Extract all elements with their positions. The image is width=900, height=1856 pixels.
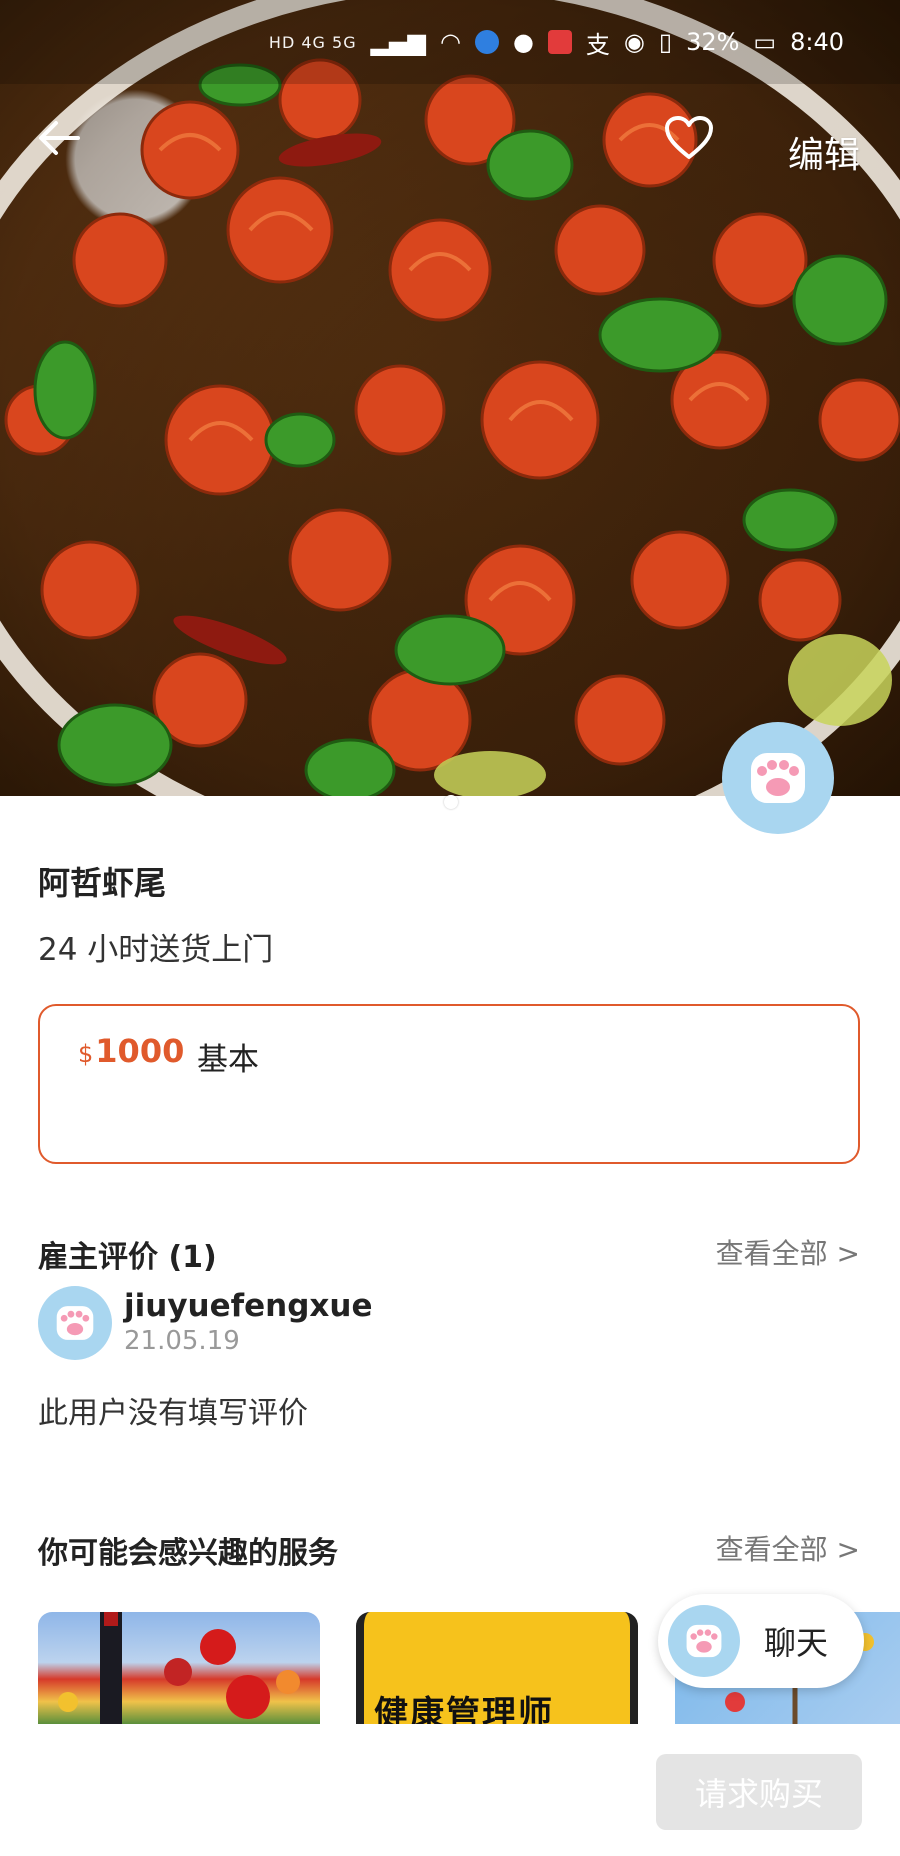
reviews-view-all-link[interactable]: 查看全部 > [716, 1232, 860, 1272]
crayfish-dish-illustration [0, 0, 900, 796]
browser-app-icon [474, 30, 499, 54]
recommendations-heading: 你可能会感兴趣的服务 [38, 1536, 338, 1571]
carousel-indicator [444, 795, 458, 809]
reviewer-avatar[interactable] [38, 1286, 112, 1360]
recommendation-card-text: 健康管理师 [374, 1694, 554, 1724]
price-tier-label: 基本 [197, 1042, 259, 1078]
price-option-card[interactable]: $1000 基本 [38, 1004, 860, 1164]
favorite-button[interactable] [664, 116, 726, 178]
chat-app-icon: ● [512, 28, 534, 56]
seller-avatar[interactable] [722, 722, 834, 834]
listing-photo[interactable]: HD 4G 5G ▂▄▆ ◠ ● 支 ◉ ▯ 32% ▭ 8:40 编辑 [0, 0, 900, 796]
back-button[interactable] [38, 120, 92, 174]
listing-subtitle: 24 小时送货上门 [38, 932, 274, 968]
chat-button[interactable]: 聊天 [658, 1594, 864, 1688]
battery-icon: ▭ [753, 28, 777, 56]
signal-icon: ▂▄▆ [370, 28, 426, 56]
alipay-icon: 支 [585, 30, 610, 59]
recommendation-card[interactable]: 健康管理师 [356, 1612, 638, 1724]
price-amount: 1000 [95, 1032, 185, 1070]
paw-icon [686, 1624, 722, 1658]
review-text: 此用户没有填写评价 [38, 1396, 308, 1431]
wifi-icon: ◠ [439, 28, 461, 56]
clock: 8:40 [790, 28, 844, 56]
request-purchase-button[interactable]: 请求购买 [656, 1754, 862, 1830]
wine-flowers-thumbnail [58, 1612, 300, 1724]
review-date: 21.05.19 [124, 1326, 240, 1356]
recommendation-card[interactable] [38, 1612, 320, 1724]
tv-app-icon [547, 30, 572, 54]
listing-title: 阿哲虾尾 [38, 864, 167, 902]
vibrate-icon: ▯ [658, 28, 673, 56]
arrow-left-icon [39, 121, 80, 155]
recommendations-view-all-link[interactable]: 查看全部 > [716, 1528, 860, 1568]
edit-button[interactable]: 编辑 [788, 126, 860, 178]
price-currency: $ [78, 1040, 94, 1068]
price: $1000 [78, 1032, 184, 1070]
chat-avatar [668, 1605, 740, 1677]
paw-icon [56, 1306, 94, 1340]
paw-icon [751, 753, 805, 803]
reviewer-name[interactable]: jiuyuefengxue [124, 1288, 372, 1324]
battery-percent: 32% [686, 28, 740, 56]
status-bar: HD 4G 5G ▂▄▆ ◠ ● 支 ◉ ▯ 32% ▭ 8:40 [0, 0, 900, 84]
network-indicator: HD 4G 5G [268, 32, 357, 52]
eye-icon: ◉ [623, 28, 645, 56]
heart-icon [665, 116, 713, 159]
reviews-heading: 雇主评价 (1) [38, 1240, 217, 1275]
chat-label: 聊天 [764, 1624, 829, 1662]
